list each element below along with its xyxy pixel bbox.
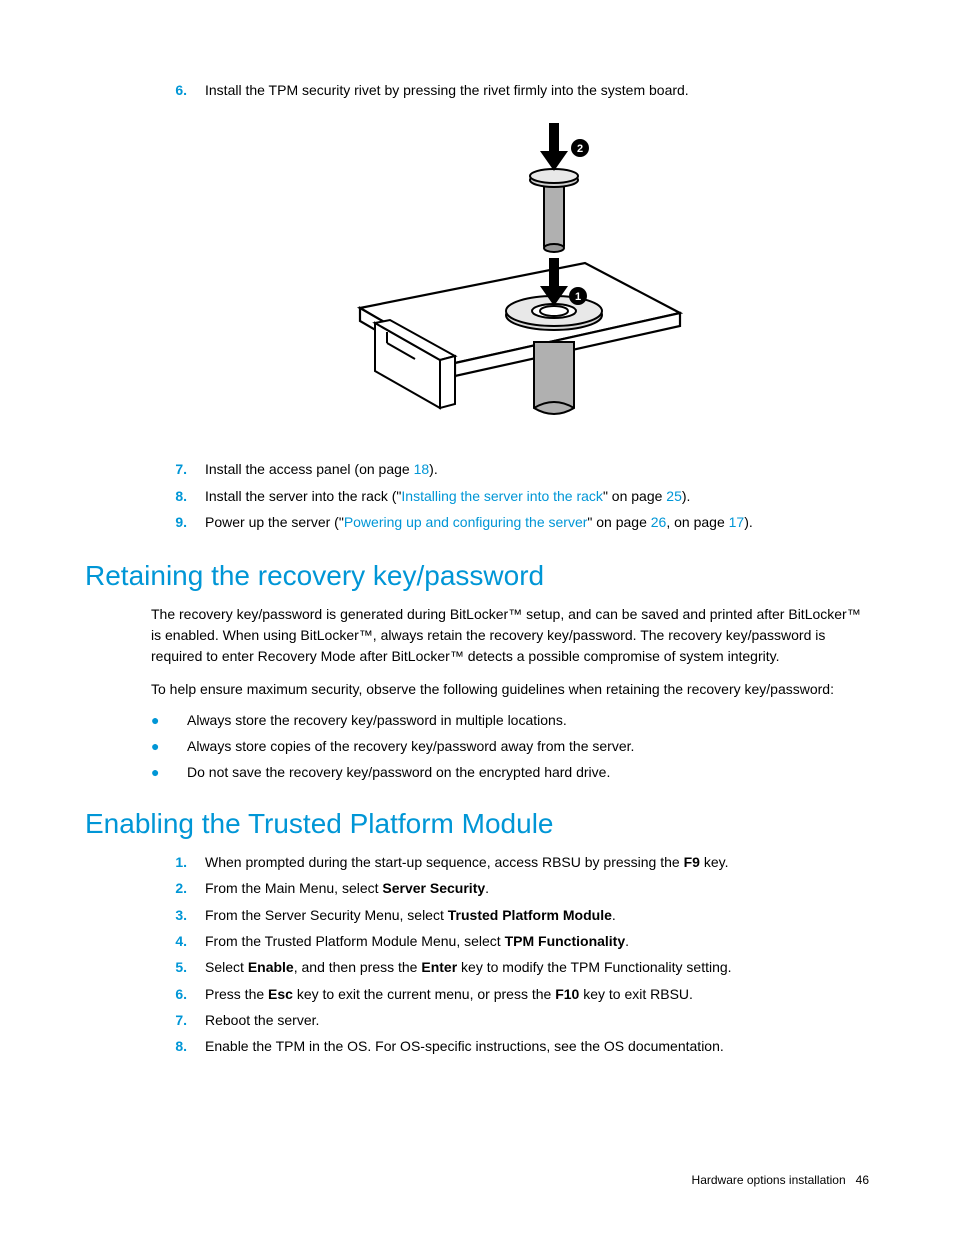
heading-retaining: Retaining the recovery key/password: [85, 560, 869, 592]
footer-section: Hardware options installation: [692, 1173, 846, 1187]
footer-page-number: 46: [856, 1173, 869, 1187]
list-number: 2.: [151, 878, 205, 898]
list-number: 8.: [151, 486, 205, 506]
list-text: Install the server into the rack ("Insta…: [205, 486, 869, 506]
list-number: 9.: [151, 512, 205, 532]
bullet-item: ● Do not save the recovery key/password …: [85, 764, 869, 780]
list-number: 7.: [151, 1010, 205, 1030]
list-number: 8.: [151, 1036, 205, 1056]
svg-text:1: 1: [575, 291, 581, 303]
list-item: 9. Power up the server ("Powering up and…: [151, 512, 869, 532]
page-link[interactable]: 18: [414, 461, 430, 477]
list-text: From the Trusted Platform Module Menu, s…: [205, 931, 869, 951]
list-number: 1.: [151, 852, 205, 872]
list-number: 7.: [151, 459, 205, 479]
list-item: 8. Enable the TPM in the OS. For OS-spec…: [151, 1036, 869, 1056]
bullet-item: ● Always store the recovery key/password…: [85, 712, 869, 728]
list-item: 2. From the Main Menu, select Server Sec…: [151, 878, 869, 898]
list-text: From the Main Menu, select Server Securi…: [205, 878, 869, 898]
bullet-icon: ●: [151, 764, 187, 780]
list-number: 4.: [151, 931, 205, 951]
cross-ref-link[interactable]: Installing the server into the rack: [401, 488, 603, 504]
list-text: Reboot the server.: [205, 1010, 869, 1030]
tpm-rivet-figure: 1 2: [85, 118, 869, 441]
list-item: 1. When prompted during the start-up seq…: [151, 852, 869, 872]
list-text: When prompted during the start-up sequen…: [205, 852, 869, 872]
document-page: 6. Install the TPM security rivet by pre…: [0, 0, 954, 1235]
list-text: From the Server Security Menu, select Tr…: [205, 905, 869, 925]
list-number: 3.: [151, 905, 205, 925]
cross-ref-link[interactable]: Powering up and configuring the server: [344, 514, 588, 530]
list-text: Install the access panel (on page 18).: [205, 459, 869, 479]
list-text: Press the Esc key to exit the current me…: [205, 984, 869, 1004]
bullet-icon: ●: [151, 712, 187, 728]
list-item: 3. From the Server Security Menu, select…: [151, 905, 869, 925]
list-number: 6.: [151, 984, 205, 1004]
page-link[interactable]: 17: [729, 514, 745, 530]
list-text: Enable the TPM in the OS. For OS-specifi…: [205, 1036, 869, 1056]
list-item: 7. Install the access panel (on page 18)…: [151, 459, 869, 479]
page-link[interactable]: 26: [651, 514, 667, 530]
list-item: 8. Install the server into the rack ("In…: [151, 486, 869, 506]
list-text: Power up the server ("Powering up and co…: [205, 512, 869, 532]
list-item: 4. From the Trusted Platform Module Menu…: [151, 931, 869, 951]
paragraph: The recovery key/password is generated d…: [85, 604, 869, 667]
list-item: 5. Select Enable, and then press the Ent…: [151, 957, 869, 977]
svg-text:2: 2: [577, 143, 583, 155]
heading-enabling: Enabling the Trusted Platform Module: [85, 808, 869, 840]
list-text: Select Enable, and then press the Enter …: [205, 957, 869, 977]
bullet-text: Always store copies of the recovery key/…: [187, 738, 634, 754]
page-link[interactable]: 25: [666, 488, 682, 504]
list-number: 5.: [151, 957, 205, 977]
list-number: 6.: [151, 80, 205, 100]
list-text: Install the TPM security rivet by pressi…: [205, 80, 869, 100]
list-item: 7. Reboot the server.: [151, 1010, 869, 1030]
bullet-text: Do not save the recovery key/password on…: [187, 764, 610, 780]
bullet-icon: ●: [151, 738, 187, 754]
tpm-diagram-svg: 1 2: [320, 118, 700, 438]
list-item: 6. Press the Esc key to exit the current…: [151, 984, 869, 1004]
bullet-item: ● Always store copies of the recovery ke…: [85, 738, 869, 754]
page-footer: Hardware options installation 46: [692, 1173, 869, 1187]
paragraph: To help ensure maximum security, observe…: [85, 679, 869, 700]
bullet-text: Always store the recovery key/password i…: [187, 712, 567, 728]
list-item: 6. Install the TPM security rivet by pre…: [151, 80, 869, 100]
